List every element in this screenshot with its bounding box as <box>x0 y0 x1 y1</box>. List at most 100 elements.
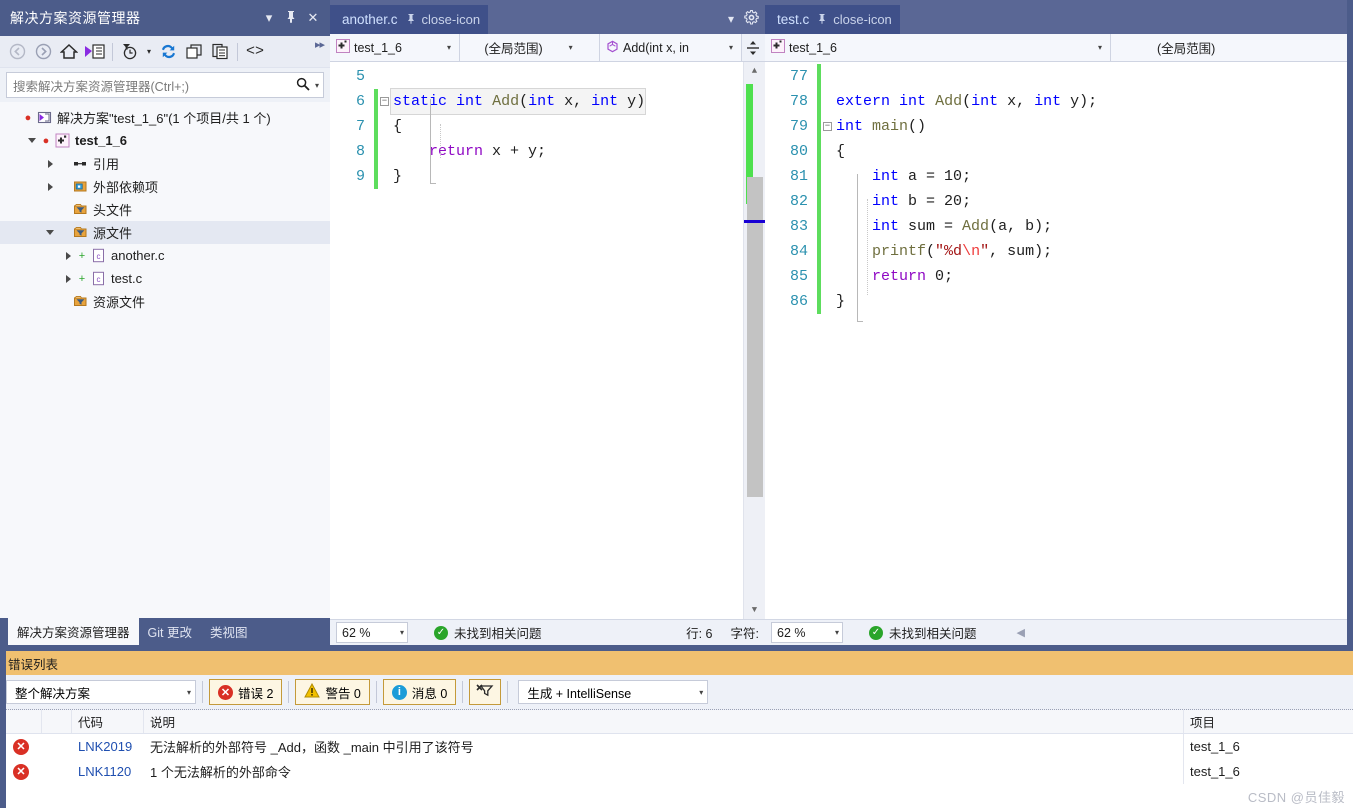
column-header-project[interactable]: 项目 <box>1183 710 1353 733</box>
pin-icon[interactable] <box>817 13 827 27</box>
scroll-up-arrow[interactable]: ▲ <box>744 62 765 80</box>
scrollbar-thumb[interactable] <box>747 177 763 497</box>
error-list-rows[interactable]: ✕ LNK2019 无法解析的外部符号 _Add，函数 _main 中引用了该符号 t… <box>0 734 1353 784</box>
refresh-icon[interactable] <box>155 39 181 65</box>
code-line[interactable]: 78 extern int Add(int x, int y); <box>765 89 1097 114</box>
vertical-scrollbar-left[interactable]: ▲ ▼ <box>743 62 765 619</box>
back-arrow-icon[interactable] <box>4 39 30 65</box>
scope-filter-dropdown[interactable]: 整个解决方案 ▾ <box>6 680 196 704</box>
fold-toggle-icon[interactable]: − <box>821 114 834 139</box>
close-icon[interactable]: close-icon <box>833 12 892 27</box>
error-code-cell[interactable]: LNK1120 <box>72 759 144 784</box>
forward-arrow-icon[interactable] <box>30 39 56 65</box>
error-code-cell[interactable]: LNK2019 <box>72 734 144 759</box>
panel-tab-Git[interactable]: Git 更改 <box>139 618 201 645</box>
tree-item-test.c[interactable]: + c test.c <box>0 267 330 290</box>
chevron-down-icon[interactable]: ▾ <box>1094 43 1106 52</box>
tree-item-test_1_611[interactable]: ● 解决方案"test_1_6"(1 个项目/共 1 个) <box>0 106 330 129</box>
collapse-status-icon[interactable]: ◀ <box>1017 626 1025 639</box>
home-icon[interactable] <box>56 39 82 65</box>
chevron-down-icon[interactable]: ▾ <box>400 628 404 637</box>
project-selector-right[interactable]: test_1_6 ▾ <box>765 34 1111 61</box>
code-area-right[interactable]: 77 78 extern int Add(int x, int y); 79− int … <box>765 62 1353 619</box>
show-all-files-icon[interactable]: <> <box>242 39 268 65</box>
chevron-down-icon[interactable]: ▾ <box>565 43 577 52</box>
pin-panel-icon[interactable] <box>280 10 302 26</box>
project-selector-left[interactable]: test_1_6 ▾ <box>330 34 460 61</box>
code-area-left[interactable]: 5 6− static int Add(int x, int y) 7{8 retur… <box>330 62 765 619</box>
code-line[interactable]: 86} <box>765 289 1097 314</box>
chevron-down-icon[interactable]: ▾ <box>725 43 737 52</box>
code-line[interactable]: 9} <box>330 164 645 189</box>
search-icon[interactable] <box>293 77 313 94</box>
warnings-filter-button[interactable]: 警告 0 <box>295 679 370 705</box>
chevron-down-icon[interactable]: ▾ <box>835 628 839 637</box>
properties-icon[interactable] <box>207 39 233 65</box>
tree-item-node-2[interactable]: 引用 <box>0 152 330 175</box>
code-line[interactable]: 6− static int Add(int x, int y) <box>330 88 647 115</box>
search-input[interactable]: 搜索解决方案资源管理器(Ctrl+;) ▾ <box>6 72 324 98</box>
pending-changes-filter-icon[interactable] <box>117 39 143 65</box>
search-options-caret[interactable]: ▾ <box>313 81 319 90</box>
column-header-blank[interactable] <box>42 710 72 733</box>
pending-changes-dropdown-icon[interactable]: ▾ <box>143 39 155 65</box>
close-panel-icon[interactable]: ✕ <box>302 10 324 26</box>
zoom-selector-right[interactable]: 62 % ▾ <box>771 622 843 643</box>
chevron-down-icon[interactable] <box>24 138 40 143</box>
document-tab-another-c[interactable]: another.c close-icon <box>330 5 489 34</box>
tab-list-dropdown-icon[interactable]: ▾ <box>728 12 734 26</box>
error-list-row[interactable]: ✕ LNK2019 无法解析的外部符号 _Add，函数 _main 中引用了该符号 t… <box>0 734 1353 759</box>
column-header-icon[interactable] <box>0 710 42 733</box>
document-tab-test-c[interactable]: test.c close-icon <box>765 5 900 34</box>
close-icon[interactable]: close-icon <box>422 12 481 27</box>
column-header-code[interactable]: 代码 <box>72 710 144 733</box>
code-line[interactable]: 77 <box>765 64 1097 89</box>
split-view-icon[interactable] <box>742 34 764 61</box>
error-list-row[interactable]: ✕ LNK1120 1 个无法解析的外部命令 test_1_6 <box>0 759 1353 784</box>
chevron-down-icon[interactable]: ▾ <box>443 43 455 52</box>
code-line[interactable]: 81 int a = 10; <box>765 164 1097 189</box>
chevron-down-icon[interactable]: ▾ <box>699 688 703 697</box>
scope-selector-left[interactable]: (全局范围) ▾ <box>460 34 600 61</box>
panel-dropdown-icon[interactable]: ▾ <box>258 10 280 26</box>
chevron-right-icon[interactable] <box>42 182 58 191</box>
code-line[interactable]: 84 printf("%d\n", sum); <box>765 239 1097 264</box>
chevron-down-icon[interactable] <box>42 230 58 235</box>
code-line[interactable]: 79− int main() <box>765 114 1097 139</box>
errors-filter-button[interactable]: ✕ 错误 2 <box>209 679 283 705</box>
fold-toggle-icon[interactable]: − <box>378 89 391 114</box>
code-line[interactable]: 83 int sum = Add(a, b); <box>765 214 1097 239</box>
code-line[interactable]: 80 { <box>765 139 1097 164</box>
zoom-selector-left[interactable]: 62 % ▾ <box>336 622 408 643</box>
build-filter-dropdown[interactable]: 生成 + IntelliSense ▾ <box>518 680 709 704</box>
solution-tree[interactable]: ● 解决方案"test_1_6"(1 个项目/共 1 个) ● test_1_6 引用外… <box>0 102 330 618</box>
chevron-right-icon[interactable] <box>60 251 76 260</box>
code-line[interactable]: 82 int b = 20; <box>765 189 1097 214</box>
tree-item-node-3[interactable]: 外部依赖项 <box>0 175 330 198</box>
code-lines-left[interactable]: 5 6− static int Add(int x, int y) 7{8 retur… <box>330 62 647 619</box>
toolbar-overflow-icon[interactable]: ▸▸ <box>315 38 325 51</box>
chevron-right-icon[interactable] <box>42 159 58 168</box>
code-line[interactable]: 7{ <box>330 114 645 139</box>
scroll-down-arrow[interactable]: ▼ <box>744 601 765 619</box>
chevron-down-icon[interactable]: ▾ <box>187 688 191 697</box>
pin-icon[interactable] <box>406 13 416 27</box>
sync-with-active-document-icon[interactable] <box>82 39 108 65</box>
tree-item-node-8[interactable]: 资源文件 <box>0 290 330 313</box>
chevron-right-icon[interactable] <box>60 274 76 283</box>
scope-selector-right[interactable]: (全局范围) <box>1111 34 1353 61</box>
tree-item-node-4[interactable]: 头文件 <box>0 198 330 221</box>
gear-icon[interactable] <box>744 10 759 28</box>
tree-item-node-5[interactable]: 源文件 <box>0 221 330 244</box>
code-line[interactable]: 85 return 0; <box>765 264 1097 289</box>
tree-item-another.c[interactable]: + c another.c <box>0 244 330 267</box>
messages-filter-button[interactable]: i 消息 0 <box>382 679 457 705</box>
panel-tab-[interactable]: 解决方案资源管理器 <box>8 618 139 645</box>
member-selector-left[interactable]: Add(int x, in ▾ <box>600 34 742 61</box>
clear-filter-button[interactable] <box>469 679 502 705</box>
panel-tab-[interactable]: 类视图 <box>201 618 257 645</box>
tree-item-test_1_6[interactable]: ● test_1_6 <box>0 129 330 152</box>
collapse-all-icon[interactable] <box>181 39 207 65</box>
code-line[interactable]: 5 <box>330 64 645 89</box>
column-header-description[interactable]: 说明 <box>144 710 1183 733</box>
